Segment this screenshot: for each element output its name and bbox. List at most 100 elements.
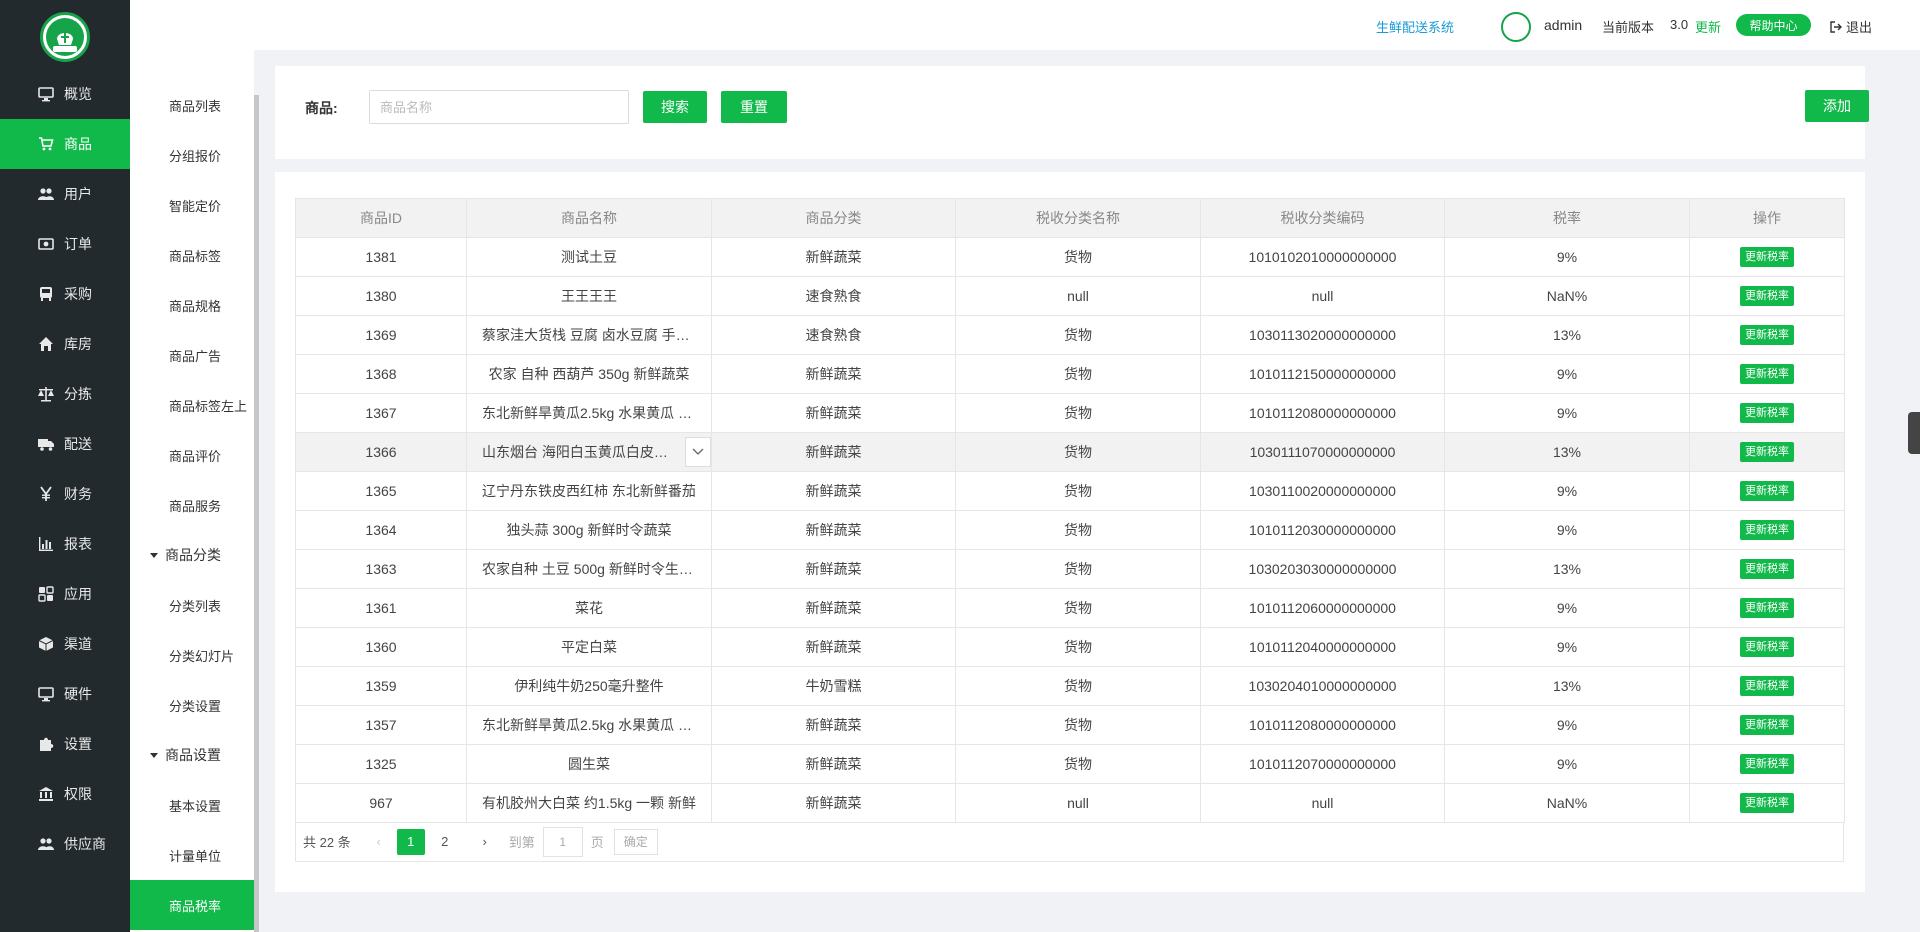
update-tax-rate-button[interactable]: 更新税率 — [1740, 754, 1794, 774]
sub-nav-item-10[interactable]: 分类列表 — [130, 580, 254, 630]
next-page-icon[interactable]: › — [477, 834, 493, 849]
sub-nav-item-11[interactable]: 分类幻灯片 — [130, 630, 254, 680]
cell-product-name: 东北新鲜旱黄瓜2.5kg 水果黄瓜 生吃 — [466, 705, 712, 745]
update-tax-rate-button[interactable]: 更新税率 — [1740, 364, 1794, 384]
main-nav-item-5[interactable]: 库房 — [0, 319, 130, 369]
sub-nav-label: 分组报价 — [169, 148, 222, 164]
update-tax-rate-button[interactable]: 更新税率 — [1740, 598, 1794, 618]
update-link[interactable]: 更新 — [1695, 17, 1721, 36]
cell-tax-code-text: 1010112070000000000 — [1249, 756, 1396, 772]
main-nav-item-3[interactable]: 订单 — [0, 219, 130, 269]
sub-nav-item-4[interactable]: 商品规格 — [130, 280, 254, 330]
avatar[interactable] — [1501, 12, 1531, 42]
side-drawer-handle[interactable] — [1908, 412, 1920, 454]
main-nav-item-0[interactable]: 概览 — [0, 69, 130, 119]
cell-tax-name: 货物 — [955, 354, 1201, 394]
table-row: 1361 菜花 新鲜蔬菜 货物 1010112060000000000 9% 更新税率 — [295, 588, 1845, 628]
search-button[interactable]: 搜索 — [643, 91, 707, 123]
user-name[interactable]: admin — [1544, 17, 1582, 33]
update-tax-rate-button[interactable]: 更新税率 — [1740, 481, 1794, 501]
update-tax-rate-button[interactable]: 更新税率 — [1740, 676, 1794, 696]
main-nav-item-14[interactable]: 权限 — [0, 769, 130, 819]
top-header: 生鲜配送系统 admin 当前版本 3.0 更新 帮助中心 退出 — [254, 0, 1920, 50]
cell-product-name-text: 东北新鲜旱黄瓜2.5kg 水果黄瓜 生吃 — [482, 405, 707, 421]
table-row: 967 有机胶州大白菜 约1.5kg 一颗 新鲜 新鲜蔬菜 null null NaN% 更… — [295, 783, 1845, 823]
table-row: 1381 测试土豆 新鲜蔬菜 货物 1010102010000000000 9% 更新税率 — [295, 237, 1845, 277]
system-link[interactable]: 生鲜配送系统 — [1376, 17, 1454, 36]
main-nav-item-9[interactable]: 报表 — [0, 519, 130, 569]
cell-tax-rate: 13% — [1444, 432, 1690, 472]
brand-logo[interactable] — [40, 12, 90, 62]
update-tax-rate-button[interactable]: 更新税率 — [1740, 403, 1794, 423]
cell-product-id: 1367 — [295, 393, 467, 433]
add-button[interactable]: 添加 — [1805, 90, 1869, 122]
reset-button[interactable]: 重置 — [721, 91, 787, 123]
update-tax-rate-button[interactable]: 更新税率 — [1740, 247, 1794, 267]
sub-nav-group-13[interactable]: 商品设置 — [130, 730, 254, 780]
update-tax-rate-button[interactable]: 更新税率 — [1740, 793, 1794, 813]
main-nav-label: 渠道 — [64, 636, 92, 652]
main-nav-item-12[interactable]: 硬件 — [0, 669, 130, 719]
main-nav-item-15[interactable]: 供应商 — [0, 819, 130, 869]
main-nav-item-13[interactable]: 设置 — [0, 719, 130, 769]
main-nav-item-4[interactable]: 采购 — [0, 269, 130, 319]
cell-tax-rate-text: 9% — [1556, 522, 1578, 538]
sub-nav-item-0[interactable]: 商品列表 — [130, 80, 254, 130]
main-nav-item-7[interactable]: 配送 — [0, 419, 130, 469]
update-tax-rate-button[interactable]: 更新税率 — [1740, 637, 1794, 657]
table-row: 1360 平定白菜 新鲜蔬菜 货物 1010112040000000000 9% 更新税率 — [295, 627, 1845, 667]
cell-tax-name-text: 货物 — [1064, 366, 1092, 382]
money-icon — [36, 236, 56, 252]
goto-confirm-button[interactable]: 确定 — [613, 828, 658, 855]
page-number-button[interactable]: 1 — [396, 828, 425, 855]
cell-tax-rate: 9% — [1444, 627, 1690, 667]
main-nav-item-10[interactable]: 应用 — [0, 569, 130, 619]
cell-tax-name: 货物 — [955, 393, 1201, 433]
update-tax-rate-button[interactable]: 更新税率 — [1740, 286, 1794, 306]
main-nav-label: 采购 — [64, 286, 92, 302]
cell-tax-code-text: 1010112150000000000 — [1249, 366, 1396, 382]
update-tax-rate-button[interactable]: 更新税率 — [1740, 520, 1794, 540]
update-tax-rate-button[interactable]: 更新税率 — [1740, 442, 1794, 462]
logout-button[interactable]: 退出 — [1830, 17, 1872, 36]
main-nav-item-8[interactable]: 财务 — [0, 469, 130, 519]
column-header: 商品名称 — [466, 198, 712, 238]
sub-nav-item-14[interactable]: 基本设置 — [130, 780, 254, 830]
cell-tax-code-text: 1010112080000000000 — [1249, 405, 1396, 421]
sub-nav-item-5[interactable]: 商品广告 — [130, 330, 254, 380]
goto-page-input[interactable] — [542, 826, 583, 857]
update-tax-rate-button[interactable]: 更新税率 — [1740, 559, 1794, 579]
sub-nav-item-1[interactable]: 分组报价 — [130, 130, 254, 180]
cell-category-text: 新鲜蔬菜 — [805, 483, 862, 499]
help-center-button[interactable]: 帮助中心 — [1736, 14, 1811, 36]
sub-nav-group-9[interactable]: 商品分类 — [130, 530, 254, 580]
sub-nav-item-16[interactable]: 商品税率 — [130, 880, 254, 930]
sub-nav-item-12[interactable]: 分类设置 — [130, 680, 254, 730]
cell-action: 更新税率 — [1689, 744, 1845, 784]
main-nav-item-6[interactable]: 分拣 — [0, 369, 130, 419]
page-list: 12 — [396, 828, 465, 855]
cell-action: 更新税率 — [1689, 237, 1845, 277]
product-name-input[interactable] — [369, 90, 629, 124]
cell-tax-rate: NaN% — [1444, 276, 1690, 316]
sub-sidebar-scrollbar[interactable] — [254, 95, 259, 932]
prev-page-icon[interactable]: ‹ — [371, 834, 387, 849]
main-nav-item-1[interactable]: 商品 — [0, 119, 130, 169]
main-nav-item-11[interactable]: 渠道 — [0, 619, 130, 669]
sub-nav-item-15[interactable]: 计量单位 — [130, 830, 254, 880]
sub-nav-item-3[interactable]: 商品标签 — [130, 230, 254, 280]
users-icon — [36, 836, 56, 852]
sub-nav-label: 商品税率 — [169, 898, 222, 914]
sub-nav-item-6[interactable]: 商品标签左上 — [130, 380, 254, 430]
main-nav-item-2[interactable]: 用户 — [0, 169, 130, 219]
product-search-label: 商品: — [305, 100, 338, 116]
cell-category: 速食熟食 — [711, 315, 956, 355]
update-tax-rate-button[interactable]: 更新税率 — [1740, 715, 1794, 735]
sub-nav-item-7[interactable]: 商品评价 — [130, 430, 254, 480]
sub-nav-item-2[interactable]: 智能定价 — [130, 180, 254, 230]
update-tax-rate-button[interactable]: 更新税率 — [1740, 325, 1794, 345]
expand-chevron-icon[interactable] — [685, 437, 711, 467]
column-header: 税率 — [1444, 198, 1690, 238]
page-number-button[interactable]: 2 — [431, 829, 459, 855]
sub-nav-item-8[interactable]: 商品服务 — [130, 480, 254, 530]
